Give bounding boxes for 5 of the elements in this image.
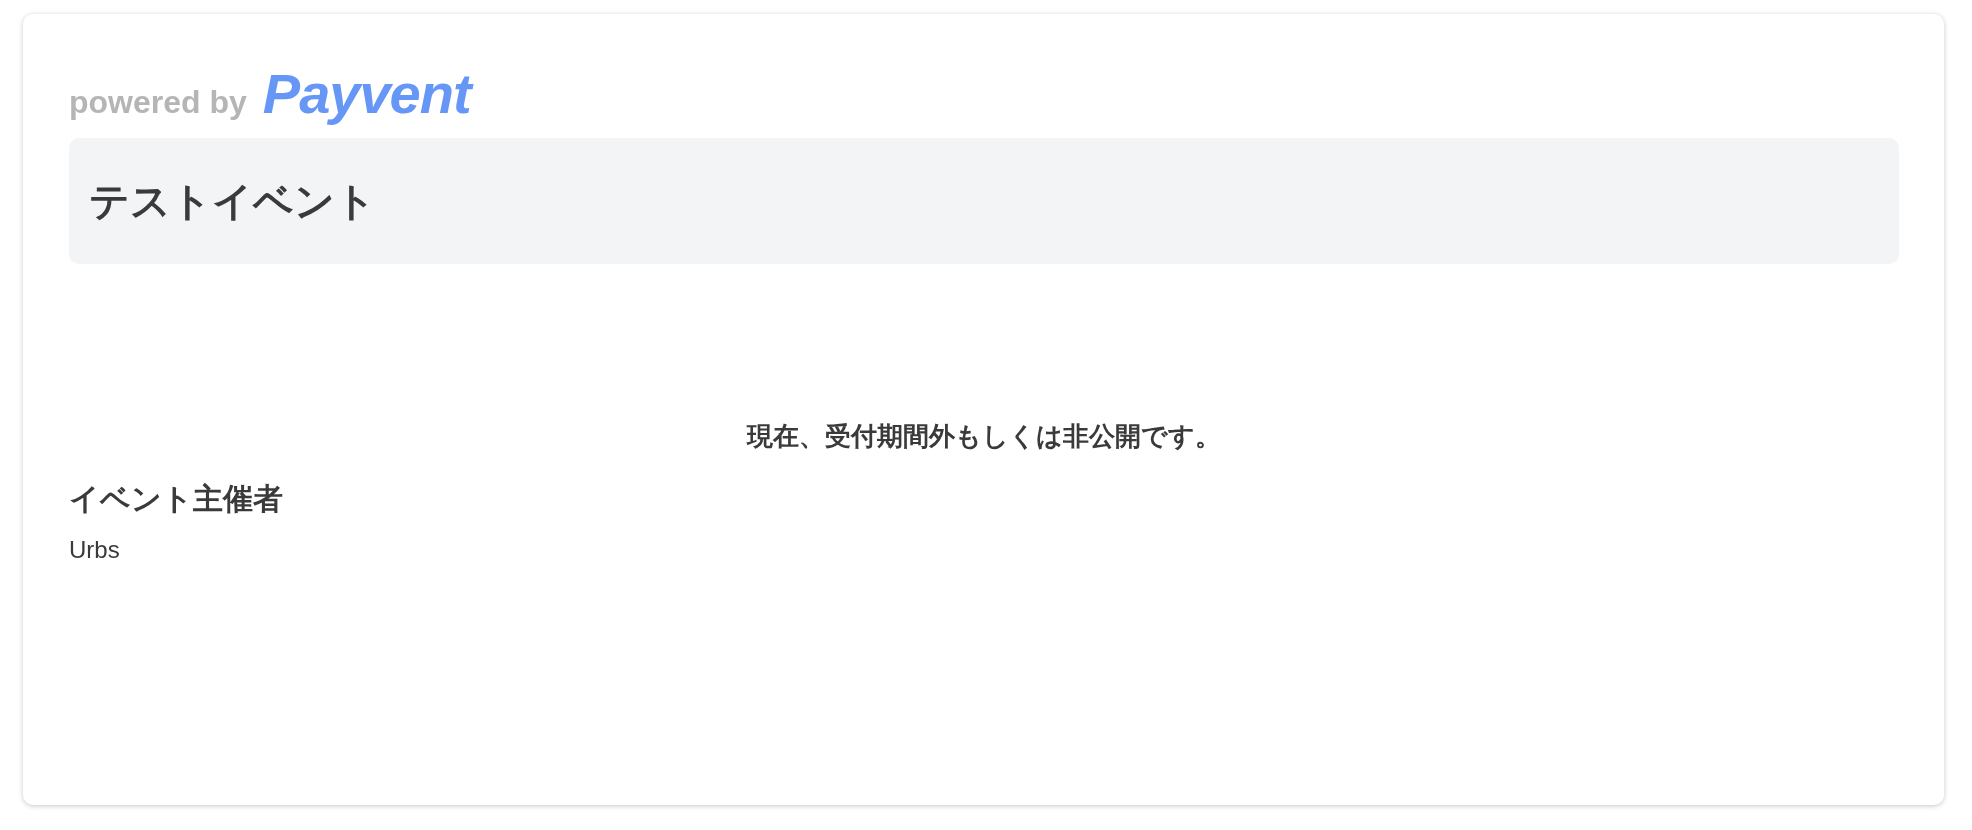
organizer-name: Urbs: [69, 536, 120, 564]
organizer-heading: イベント主催者: [69, 480, 283, 518]
event-title: テストイベント: [89, 176, 376, 226]
status-message: 現在、受付期間外もしくは非公開です。: [747, 420, 1221, 453]
powered-by-text: powered by: [69, 84, 247, 121]
